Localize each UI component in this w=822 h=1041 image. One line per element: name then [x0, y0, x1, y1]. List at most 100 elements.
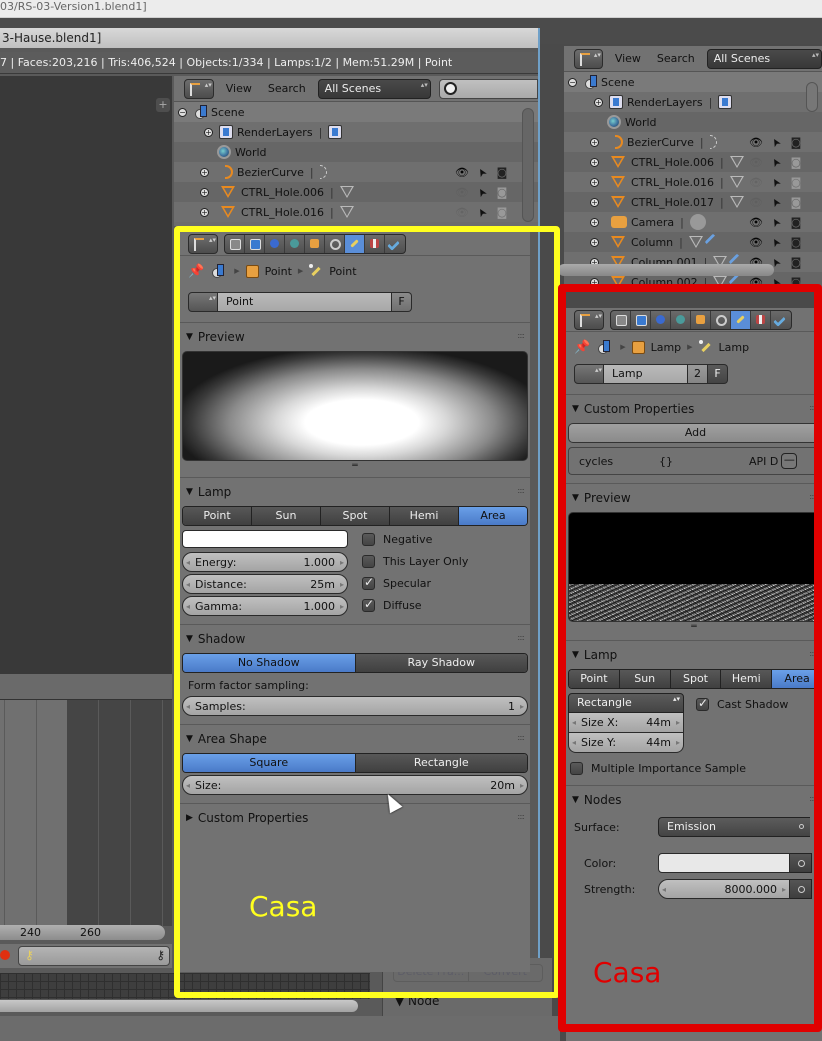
selectability-cursor-icon[interactable]: ➤ [471, 200, 492, 224]
outliner-row[interactable]: + CTRL_Hole.016 | 👁 ➤ ◙ [564, 172, 822, 192]
expand-icon[interactable]: + [200, 207, 209, 217]
outliner-search-input[interactable] [438, 78, 538, 99]
object-data-icon[interactable] [319, 165, 327, 179]
renderability-camera-icon[interactable]: ◙ [786, 216, 806, 229]
separator: | [330, 205, 334, 219]
key-insert-icon[interactable]: ⚷ [156, 948, 165, 962]
separator: | [699, 135, 704, 149]
keying-set-field[interactable]: ⚷ ⚷ [18, 946, 170, 966]
visibility-eye-icon[interactable]: 👁 [452, 206, 472, 219]
os-window-title: 03/RS-03-Version1.blend1] [0, 0, 822, 18]
mesh-icon [221, 206, 235, 218]
outliner-row[interactable]: + RenderLayers | [174, 122, 538, 142]
object-data-icon[interactable] [339, 206, 354, 218]
object-data-icon[interactable] [729, 196, 744, 208]
renderability-camera-icon[interactable]: ◙ [492, 186, 512, 199]
viewport-tool-shelf-toggle[interactable]: + [156, 98, 170, 112]
outliner-item-name: Scene [211, 105, 245, 119]
restriction-columns: 👁 ➤ ◙ [746, 155, 806, 169]
renderability-camera-icon[interactable]: ◙ [786, 196, 806, 209]
object-data-icon[interactable] [688, 236, 703, 248]
expand-icon[interactable]: + [594, 97, 603, 107]
outliner-scrollbar[interactable] [806, 82, 818, 112]
horizontal-scrollbar[interactable] [0, 1000, 358, 1012]
scene-filter-select[interactable]: All Scenes [317, 78, 431, 99]
renderability-camera-icon[interactable]: ◙ [492, 166, 512, 179]
visibility-eye-icon[interactable]: 👁 [746, 196, 766, 209]
visibility-eye-icon[interactable]: 👁 [746, 176, 766, 189]
3d-viewport[interactable] [0, 76, 172, 674]
outliner-scrollbar[interactable] [522, 108, 534, 222]
visibility-eye-icon[interactable]: 👁 [746, 216, 766, 229]
outliner-row[interactable]: + BezierCurve | 👁 ➤ ◙ [174, 162, 538, 182]
object-data-icon[interactable] [718, 95, 733, 109]
outliner-item-name: BezierCurve [237, 165, 304, 179]
menu-view[interactable]: View [222, 82, 256, 95]
renderability-camera-icon[interactable]: ◙ [786, 236, 806, 249]
restriction-columns: 👁 ➤ ◙ [746, 175, 806, 189]
outliner-row[interactable]: + RenderLayers | [564, 92, 822, 112]
expand-icon[interactable]: + [590, 157, 599, 167]
editor-type-button[interactable] [184, 78, 214, 99]
camera-icon [611, 216, 627, 228]
outliner-hscrollbar[interactable] [558, 264, 774, 276]
object-data-icon[interactable] [689, 214, 706, 230]
separator: | [330, 185, 334, 199]
expand-icon[interactable]: + [590, 217, 599, 227]
outliner-row[interactable]: − Scene [174, 102, 538, 122]
object-data-icon[interactable] [339, 186, 354, 198]
outliner-row[interactable]: + CTRL_Hole.006 | 👁 ➤ ◙ [174, 182, 538, 202]
outliner-row[interactable]: World [564, 112, 822, 132]
expand-icon[interactable]: + [590, 177, 599, 187]
object-data-icon[interactable] [709, 135, 717, 149]
visibility-eye-icon[interactable]: 👁 [452, 186, 472, 199]
object-data-icon[interactable] [328, 125, 343, 139]
expand-icon[interactable]: + [200, 167, 209, 177]
separator: | [720, 155, 724, 169]
outliner-row[interactable]: + Column | 👁 ➤ ◙ [564, 232, 822, 252]
expand-icon[interactable]: + [590, 137, 599, 147]
modifier-wrench-icon[interactable] [704, 233, 722, 251]
outliner-item-name: CTRL_Hole.016 [241, 205, 324, 219]
expand-icon[interactable]: + [590, 197, 599, 207]
renderability-camera-icon[interactable]: ◙ [786, 256, 806, 269]
scene-filter-select[interactable]: All Scenes [706, 48, 822, 69]
outliner-row[interactable]: + CTRL_Hole.006 | 👁 ➤ ◙ [564, 152, 822, 172]
visibility-eye-icon[interactable]: 👁 [746, 156, 766, 169]
outliner-row[interactable]: + BezierCurve | 👁 ➤ ◙ [564, 132, 822, 152]
timeline-ruler[interactable]: 240 260 [0, 925, 165, 940]
outliner-row[interactable]: + Camera | 👁 ➤ ◙ [564, 212, 822, 232]
renderability-camera-icon[interactable]: ◙ [786, 176, 806, 189]
front-highlight-box [174, 226, 560, 998]
expand-icon[interactable]: + [590, 237, 599, 247]
curve-icon [225, 165, 233, 179]
outliner-row[interactable]: + CTRL_Hole.016 | 👁 ➤ ◙ [174, 202, 538, 222]
outliner-row[interactable]: − Scene [564, 72, 822, 92]
object-data-icon[interactable] [729, 156, 744, 168]
outliner-row[interactable]: + CTRL_Hole.017 | 👁 ➤ ◙ [564, 192, 822, 212]
render-layers-icon [219, 125, 233, 139]
visibility-eye-icon[interactable]: 👁 [452, 166, 472, 179]
collapse-icon[interactable]: − [568, 77, 577, 87]
renderability-camera-icon[interactable]: ◙ [492, 206, 512, 219]
record-icon[interactable] [0, 950, 10, 960]
renderability-camera-icon[interactable]: ◙ [786, 156, 806, 169]
editor-type-button[interactable] [574, 48, 603, 69]
collapse-icon[interactable]: − [178, 107, 187, 117]
timeline-gridline [130, 700, 131, 926]
separator: | [680, 215, 684, 229]
outliner-row[interactable]: World [174, 142, 538, 162]
menu-view[interactable]: View [611, 52, 645, 65]
visibility-eye-icon[interactable]: 👁 [746, 136, 766, 149]
menu-search[interactable]: Search [653, 52, 699, 65]
world-icon [607, 115, 621, 129]
object-data-icon[interactable] [729, 176, 744, 188]
renderability-camera-icon[interactable]: ◙ [786, 136, 806, 149]
restriction-columns: 👁 ➤ ◙ [452, 165, 512, 179]
expand-icon[interactable]: + [200, 187, 209, 197]
visibility-eye-icon[interactable]: 👁 [746, 236, 766, 249]
outliner-item-name: Scene [601, 75, 635, 89]
menu-search[interactable]: Search [264, 82, 310, 95]
expand-icon[interactable]: + [204, 127, 213, 137]
timeline-gridline [162, 700, 163, 926]
